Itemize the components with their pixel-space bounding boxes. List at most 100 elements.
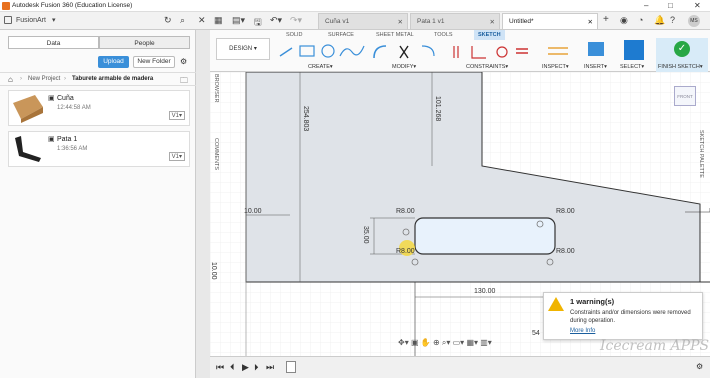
play-icon[interactable]: ▶ <box>242 362 249 373</box>
search-icon[interactable]: ⌕ <box>180 15 185 26</box>
comments-panel-tab[interactable]: COMMENTS <box>213 138 219 170</box>
dimension-label[interactable]: 130.00 <box>474 288 495 295</box>
slot-profile[interactable] <box>414 217 556 255</box>
extensions-icon[interactable]: ◉ <box>620 15 628 26</box>
dimension-label[interactable]: 10.00 <box>244 208 262 215</box>
viewports-icon[interactable]: ▥▾ <box>480 338 492 347</box>
tab-pata[interactable]: Pata 1 v1 ✕ <box>410 13 500 29</box>
breadcrumb-folder[interactable]: Taburete armable de madera <box>72 76 153 82</box>
dimension-label[interactable]: 101.268 <box>434 96 441 121</box>
viewcube[interactable]: FRONT <box>674 86 696 106</box>
item-time: 1:36:56 AM <box>57 146 88 152</box>
item-time: 12:44:58 AM <box>57 105 91 111</box>
avatar[interactable]: MS <box>688 15 700 27</box>
create-tools[interactable] <box>278 42 368 60</box>
close-tab-icon[interactable]: ✕ <box>588 18 593 26</box>
look-at-icon[interactable]: ▣ <box>411 338 419 347</box>
warning-title: 1 warning(s) <box>570 297 615 306</box>
undo-icon[interactable]: ↶▾ <box>270 15 282 26</box>
list-item[interactable]: ▣ Cuña 12:44:58 AM V1▾ <box>8 90 190 126</box>
workspace-switcher[interactable]: DESIGN ▾ <box>216 38 270 60</box>
minimize-icon[interactable]: – <box>644 1 648 10</box>
group-inspect[interactable]: INSPECT▾ <box>542 64 569 70</box>
version-badge[interactable]: V1▾ <box>168 111 185 120</box>
modify-tools[interactable] <box>370 42 438 60</box>
close-panel-icon[interactable]: ✕ <box>198 15 206 26</box>
group-finish-sketch[interactable]: FINISH SKETCH▾ <box>658 64 703 70</box>
breadcrumb: ⌂ › New Project › Taburete armable de ma… <box>0 72 196 86</box>
orbit-icon[interactable]: ✥▾ <box>398 338 409 347</box>
step-back-icon[interactable]: ⏴ <box>230 362 235 373</box>
group-select[interactable]: SELECT▾ <box>620 64 644 70</box>
more-info-link[interactable]: More Info <box>570 328 595 334</box>
dimension-label[interactable]: 35.00 <box>362 226 369 244</box>
tab-untitled[interactable]: Untitled* ✕ <box>502 13 598 29</box>
group-create[interactable]: CREATE▾ <box>308 64 333 70</box>
warning-popup: 1 warning(s) Constraints and/or dimensio… <box>543 292 703 340</box>
dimension-label[interactable]: R8.00 <box>556 248 575 255</box>
close-tab-icon[interactable]: ✕ <box>398 18 403 26</box>
refresh-icon[interactable]: ↻ <box>164 15 172 26</box>
data-panel: Data People Upload New Folder ⚙ ⌂ › New … <box>0 30 196 378</box>
tab-label: Untitled* <box>509 18 534 25</box>
team-name[interactable]: FusionArt <box>16 17 46 24</box>
tab-cuna[interactable]: Cuña v1 ✕ <box>318 13 408 29</box>
segment-data[interactable]: Data <box>8 36 99 49</box>
go-to-end-icon[interactable]: ⏭ <box>266 362 274 373</box>
top-toolbar: FusionArt ▾ ↻ ⌕ ✕ ▦ ▤▾ 🖫 ↶▾ ↷▾ Cuña v1 ✕ … <box>0 12 710 30</box>
timeline-settings-icon[interactable]: ⚙ <box>696 362 703 371</box>
inspect-icon[interactable] <box>546 42 570 60</box>
tab-tools[interactable]: TOOLS <box>434 32 453 38</box>
tab-label: Pata 1 v1 <box>417 18 445 25</box>
version-badge[interactable]: V1▾ <box>168 152 185 161</box>
dimension-label[interactable]: R8.00 <box>556 208 575 215</box>
new-tab-icon[interactable]: + <box>603 14 609 25</box>
dimension-label[interactable]: R8.00 <box>396 208 415 215</box>
gear-icon[interactable]: ⚙ <box>180 57 187 66</box>
insert-image-icon[interactable] <box>588 42 604 56</box>
tab-solid[interactable]: SOLID <box>286 32 303 38</box>
new-folder-button[interactable]: New Folder <box>133 56 175 68</box>
select-icon[interactable] <box>624 40 644 60</box>
zoom-icon[interactable]: ⊕ <box>433 338 440 347</box>
list-item[interactable]: ▣ Pata 1 1:36:56 AM V1▾ <box>8 131 190 167</box>
constraints-tools[interactable] <box>450 42 530 60</box>
sketch-feature-icon[interactable] <box>286 361 296 373</box>
dimension-label[interactable]: 54 <box>532 330 540 337</box>
redo-icon[interactable]: ↷▾ <box>290 15 302 26</box>
maximize-icon[interactable]: □ <box>668 1 673 10</box>
sketch-palette-tab[interactable]: SKETCH PALETTE <box>698 130 704 178</box>
pata-thumbnail <box>15 136 41 162</box>
job-status-icon[interactable]: ◔ <box>638 15 643 25</box>
notifications-icon[interactable]: 🔔 <box>654 15 665 26</box>
tab-sheet-metal[interactable]: SHEET METAL <box>376 32 414 38</box>
file-icon[interactable]: ▤▾ <box>232 15 245 26</box>
tab-sketch[interactable]: SKETCH <box>474 30 505 40</box>
group-insert[interactable]: INSERT▾ <box>584 64 607 70</box>
tab-surface[interactable]: SURFACE <box>328 32 354 38</box>
pan-icon[interactable]: ✋ <box>421 338 431 347</box>
fit-icon[interactable]: ⌕▾ <box>442 338 451 347</box>
navigation-bar: ✥▾ ▣ ✋ ⊕ ⌕▾ ▭▾ ▦▾ ▥▾ <box>398 338 550 352</box>
grid-settings-icon[interactable]: ▦▾ <box>466 338 478 347</box>
browser-panel-tab[interactable]: BROWSER <box>213 74 219 102</box>
chevron-down-icon[interactable]: ▾ <box>52 16 56 24</box>
breadcrumb-project[interactable]: New Project <box>28 76 60 82</box>
dimension-label[interactable]: 10.00 <box>210 262 217 280</box>
save-icon[interactable]: 🖫 <box>254 15 262 31</box>
grid-menu-icon[interactable]: ▦ <box>214 15 223 26</box>
group-constraints[interactable]: CONSTRAINTS▾ <box>466 64 508 70</box>
display-settings-icon[interactable]: ▭▾ <box>453 338 465 347</box>
segment-people[interactable]: People <box>99 36 190 49</box>
help-icon[interactable]: ? <box>670 15 675 25</box>
new-folder-icon[interactable]: 🗀 <box>180 75 188 89</box>
step-forward-icon[interactable]: ⏵ <box>254 362 259 373</box>
upload-button[interactable]: Upload <box>98 56 129 68</box>
group-modify[interactable]: MODIFY▾ <box>392 64 416 70</box>
dimension-label[interactable]: 254.803 <box>302 106 309 131</box>
close-tab-icon[interactable]: ✕ <box>490 18 495 26</box>
dimension-label[interactable]: R8.00 <box>396 248 415 255</box>
go-to-start-icon[interactable]: ⏮ <box>216 362 224 373</box>
close-icon[interactable]: ✕ <box>694 1 701 10</box>
home-icon[interactable]: ⌂ <box>8 75 13 84</box>
